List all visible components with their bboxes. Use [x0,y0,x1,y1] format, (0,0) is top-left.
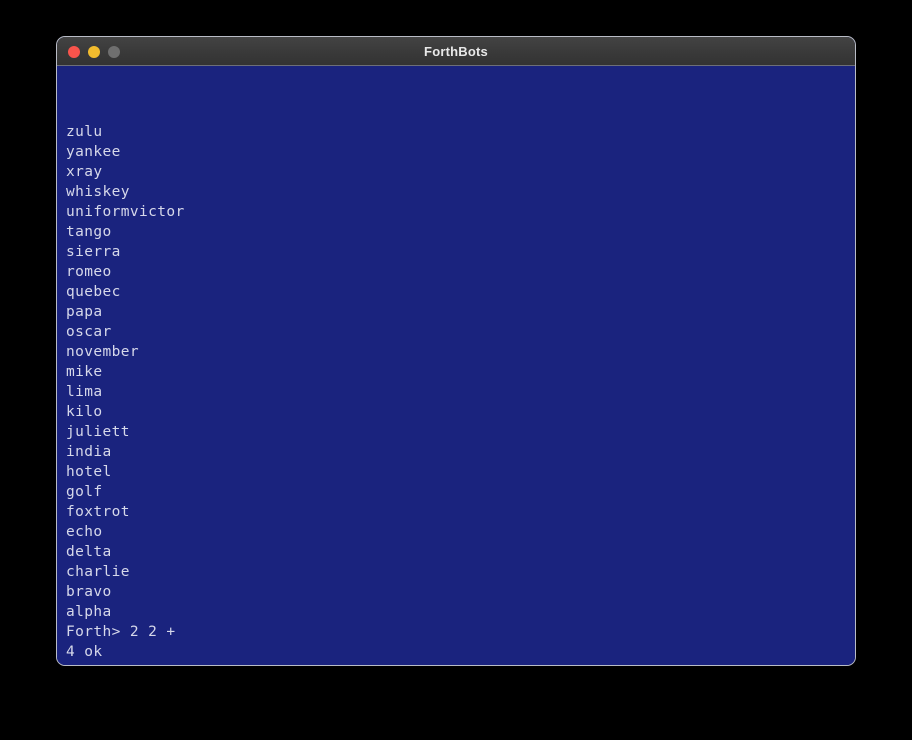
terminal-line: xray [66,164,103,180]
terminal-line: uniformvictor [66,204,185,220]
window-titlebar[interactable]: ForthBots [57,37,855,66]
close-button[interactable] [68,45,80,58]
terminal-line: quebec [66,284,121,300]
terminal-line: lima [66,384,103,400]
terminal-output: zulu yankee xray whiskey uniformvictor tango s… [66,122,846,662]
terminal-line: kilo [66,404,103,420]
terminal-line: november [66,344,140,360]
terminal-line: tango [66,224,112,240]
terminal-line: india [66,444,112,460]
terminal-line: romeo [66,264,112,280]
terminal-line: whiskey [66,184,130,200]
terminal-line: foxtrot [66,504,130,520]
terminal-line: echo [66,524,103,540]
terminal-line: hotel [66,464,112,480]
terminal-line: Forth> 2 2 + [66,624,176,640]
terminal-body[interactable]: zulu yankee xray whiskey uniformvictor tango s… [57,66,855,665]
desktop-background: ForthBots zulu yankee xray whiskey uniformvi… [0,0,912,740]
terminal-line: oscar [66,324,112,340]
window-title: ForthBots [424,43,488,59]
terminal-line: alpha [66,604,112,620]
minimize-button[interactable] [88,45,100,58]
terminal-line: delta [66,544,112,560]
terminal-line: juliett [66,424,130,440]
terminal-line: yankee [66,144,121,160]
terminal-line: bravo [66,584,112,600]
terminal-line: papa [66,304,103,320]
zoom-button[interactable] [108,45,120,58]
terminal-line: golf [66,484,103,500]
terminal-line: mike [66,364,103,380]
terminal-line: zulu [66,124,103,140]
window-controls [68,37,120,66]
terminal-line: 4 ok [66,644,103,660]
terminal-line: sierra [66,244,121,260]
terminal-line: charlie [66,564,130,580]
terminal-window: ForthBots zulu yankee xray whiskey uniformvi… [56,36,856,666]
